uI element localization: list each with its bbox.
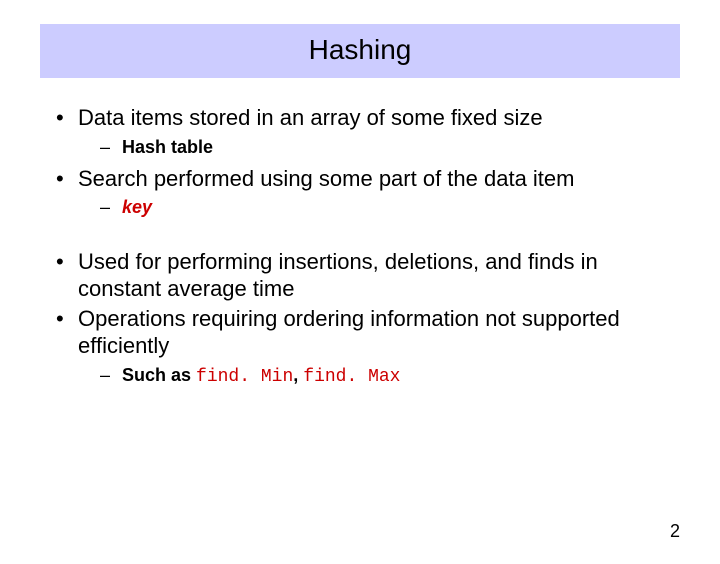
spacer [50,226,670,248]
bullet-list-2: Used for performing insertions, deletion… [50,248,670,389]
slide: Hashing Data items stored in an array of… [0,24,720,564]
bullet-3: Used for performing insertions, deletion… [50,248,670,303]
bullet-4-text: Operations requiring ordering informatio… [78,306,620,359]
bullet-1-sub-text: Hash table [122,137,213,157]
bullet-2-text: Search performed using some part of the … [78,166,574,191]
bullet-4-sub: Such as find. Min, find. Max [78,364,670,389]
slide-content: Data items stored in an array of some fi… [0,78,720,389]
bullet-2-sub-text: key [122,197,152,217]
bullet-1-sublist: Hash table [78,136,670,159]
slide-title: Hashing [40,34,680,66]
bullet-list: Data items stored in an array of some fi… [50,104,670,220]
page-number: 2 [670,521,680,542]
bullet-4-code2: find. Max [303,367,400,387]
title-bar: Hashing [40,24,680,78]
bullet-2: Search performed using some part of the … [50,165,670,220]
bullet-4-sub-prefix: Such as [122,365,196,385]
bullet-4: Operations requiring ordering informatio… [50,305,670,389]
bullet-1-text: Data items stored in an array of some fi… [78,105,543,130]
bullet-1: Data items stored in an array of some fi… [50,104,670,159]
bullet-4-sep: , [293,365,303,385]
bullet-4-sublist: Such as find. Min, find. Max [78,364,670,389]
bullet-4-code1: find. Min [196,367,293,387]
bullet-3-text: Used for performing insertions, deletion… [78,249,598,302]
bullet-1-sub: Hash table [78,136,670,159]
bullet-2-sub: key [78,196,670,219]
bullet-2-sublist: key [78,196,670,219]
